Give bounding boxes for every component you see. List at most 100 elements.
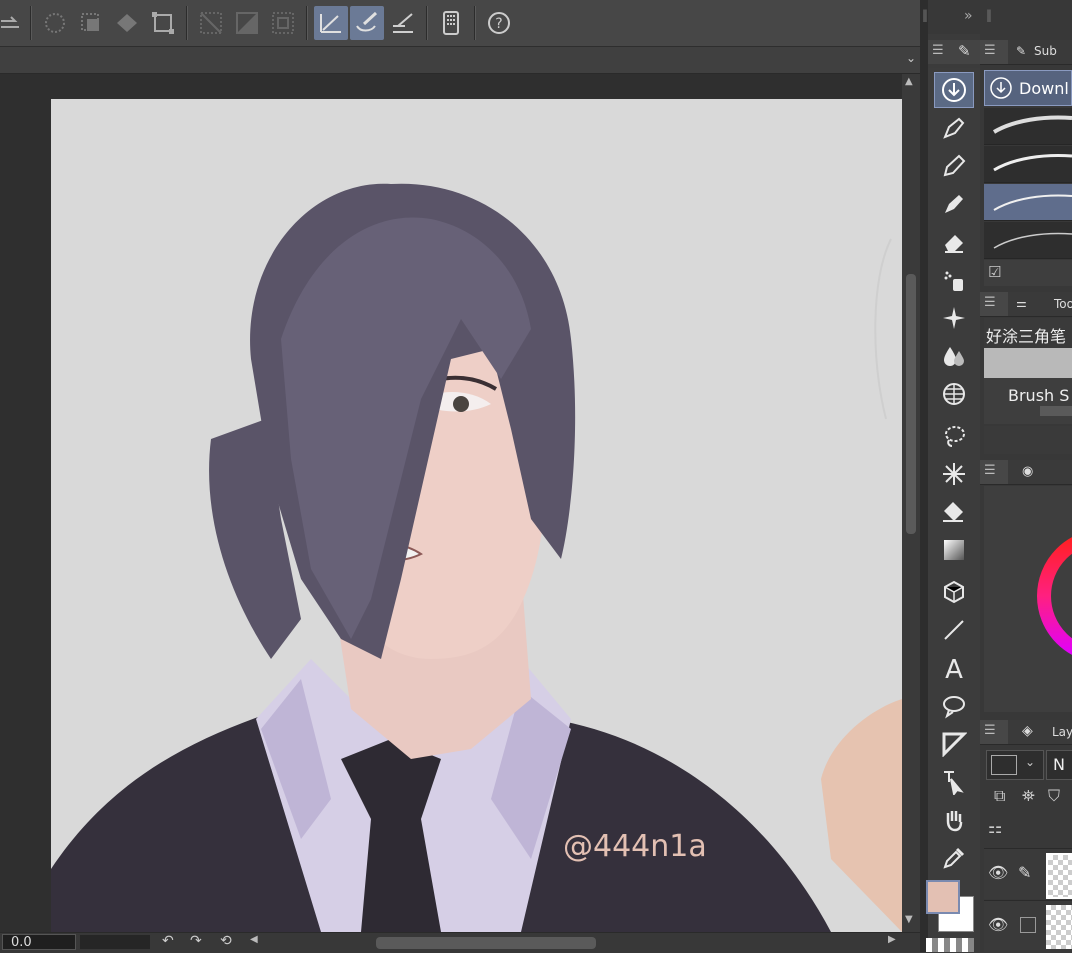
tab-layer[interactable]: ◈ Lay xyxy=(1008,720,1072,744)
clip-layer-icon[interactable]: ⧉ xyxy=(994,786,1005,806)
hand-icon[interactable] xyxy=(934,802,974,838)
transfer-icon[interactable] xyxy=(0,6,28,40)
brush-stroke-icon[interactable] xyxy=(350,6,384,40)
chevron-down-icon[interactable]: ⌄ xyxy=(906,51,916,65)
brush-tab-icon[interactable]: ✎ xyxy=(958,42,971,60)
tab-color-wheel[interactable]: ◉ xyxy=(1008,460,1072,484)
selection-all-icon[interactable] xyxy=(38,6,72,40)
auto-select-icon[interactable] xyxy=(934,456,974,492)
reset-rotation-icon[interactable]: ⟲ xyxy=(220,933,232,949)
blend-icon[interactable] xyxy=(934,338,974,374)
download-icon[interactable] xyxy=(934,72,974,108)
brush-preset-1[interactable] xyxy=(984,108,1072,145)
balloon-icon[interactable] xyxy=(934,688,974,724)
operation-icon[interactable] xyxy=(934,764,974,800)
menu-icon[interactable]: ☰ xyxy=(984,463,996,478)
selection-border-icon[interactable] xyxy=(266,6,300,40)
vertical-scroll-thumb[interactable] xyxy=(906,274,916,534)
blend-mode-select[interactable]: N xyxy=(1046,750,1072,780)
tablet-icon[interactable] xyxy=(434,6,468,40)
download-icon xyxy=(989,76,1013,100)
brush-preset-3[interactable] xyxy=(984,184,1072,221)
eye-icon[interactable]: 👁 xyxy=(988,915,1008,934)
brush-preset-4[interactable] xyxy=(984,222,1072,259)
main-color-swatch[interactable] xyxy=(926,880,960,914)
redo-rotate-icon[interactable]: ↷ xyxy=(190,933,202,949)
layer-thumbnail xyxy=(1046,853,1072,899)
vertical-scrollbar[interactable]: ▲ ▼ xyxy=(902,74,920,932)
eye-icon[interactable]: 👁 xyxy=(988,863,1008,882)
layer-type-select[interactable]: ⌄ xyxy=(986,750,1044,780)
fill-selection-icon[interactable] xyxy=(110,6,144,40)
ruler-icon[interactable] xyxy=(934,726,974,762)
lock-transparency-icon[interactable]: ⛉ xyxy=(1048,786,1060,806)
scroll-up-icon[interactable]: ▲ xyxy=(905,76,913,87)
download-button[interactable]: Downl xyxy=(984,70,1072,106)
fill-bucket-icon[interactable] xyxy=(934,494,974,530)
airbrush-icon[interactable] xyxy=(934,262,974,298)
sub-toolbar: ⌄ xyxy=(0,47,920,74)
mesh-icon[interactable] xyxy=(934,376,974,412)
gradient-icon[interactable] xyxy=(934,532,974,568)
lasso-icon[interactable] xyxy=(934,418,974,454)
brush-preset-2[interactable] xyxy=(984,146,1072,183)
transparent-color-swatch[interactable] xyxy=(926,938,974,952)
layer-thumbnail xyxy=(1046,905,1072,949)
checkbox-icon[interactable]: ☑ xyxy=(988,263,1001,281)
brush-name: 好涂三角笔 xyxy=(986,327,1067,346)
canvas-paper[interactable]: @444n1a xyxy=(51,99,902,932)
undo-rotate-icon[interactable]: ↶ xyxy=(162,933,174,949)
layer-settings-icon[interactable]: ⚏ xyxy=(988,818,1002,837)
layers-icon: ◈ xyxy=(1022,723,1033,739)
tool-property-footer xyxy=(984,426,1072,454)
watermark-text: @444n1a xyxy=(563,829,707,864)
horizontal-scroll-thumb[interactable] xyxy=(376,937,596,949)
layer-row[interactable]: 👁 xyxy=(984,900,1072,953)
pen-icon[interactable] xyxy=(934,110,974,146)
brush-size-row[interactable]: Brush S xyxy=(984,378,1072,424)
layer-row[interactable]: 👁 ✎ xyxy=(984,848,1072,899)
line-icon[interactable] xyxy=(934,612,974,648)
eraser-icon[interactable] xyxy=(934,224,974,260)
layer-square-icon xyxy=(991,755,1017,775)
panel-divider[interactable]: ‖ xyxy=(920,0,928,952)
scroll-down-icon[interactable]: ▼ xyxy=(905,914,913,925)
deselect-icon[interactable] xyxy=(194,6,228,40)
selection-clear-icon[interactable] xyxy=(74,6,108,40)
pencil-icon[interactable] xyxy=(934,148,974,184)
marker-icon[interactable] xyxy=(934,186,974,222)
stabilizer-line-icon[interactable] xyxy=(314,6,348,40)
menu-icon[interactable]: ☰ xyxy=(932,43,944,58)
canvas-area[interactable]: @444n1a xyxy=(0,74,902,932)
reference-layer-icon[interactable]: ⛯ xyxy=(1022,786,1035,806)
layer-checkbox[interactable] xyxy=(1020,917,1036,933)
sparkle-icon[interactable] xyxy=(934,300,974,336)
artwork xyxy=(51,183,831,932)
text-icon[interactable]: A xyxy=(934,650,974,686)
brush-name-row: 好涂三角笔 xyxy=(984,318,1072,348)
horizontal-scrollbar[interactable]: ↶ ↷ ⟲ ◀ ▶ xyxy=(0,932,920,953)
tab-label: Sub xyxy=(1034,44,1057,58)
tab-tool-property[interactable]: ⚌ Too xyxy=(1008,292,1072,316)
tab-sub-tool[interactable]: ✎ Sub xyxy=(1008,40,1072,64)
brush-size-slider[interactable] xyxy=(1040,406,1072,416)
3d-object-icon[interactable] xyxy=(934,574,974,610)
tab-label: Lay xyxy=(1052,725,1072,739)
menu-icon[interactable]: ☰ xyxy=(984,43,996,58)
zoom-value-field[interactable]: 0.0 xyxy=(2,934,76,950)
grip-icon[interactable]: ‖ xyxy=(986,8,992,22)
menu-icon[interactable]: ☰ xyxy=(984,723,996,738)
help-icon[interactable]: ? xyxy=(482,6,516,40)
color-wheel-tab-icon: ◉ xyxy=(1022,464,1034,479)
eyedropper-icon[interactable] xyxy=(934,840,974,876)
zoom-slider[interactable] xyxy=(80,935,150,949)
scroll-right-icon[interactable]: ▶ xyxy=(888,934,896,945)
color-panel-header: ☰ ◉ xyxy=(980,460,1072,485)
invert-selection-icon[interactable] xyxy=(230,6,264,40)
transform-icon[interactable] xyxy=(146,6,180,40)
collapse-panels-icon[interactable]: » xyxy=(964,8,973,24)
menu-icon[interactable]: ☰ xyxy=(984,295,996,310)
color-wheel[interactable] xyxy=(984,486,1072,712)
scroll-left-icon[interactable]: ◀ xyxy=(250,934,258,945)
pen-angle-icon[interactable] xyxy=(386,6,420,40)
